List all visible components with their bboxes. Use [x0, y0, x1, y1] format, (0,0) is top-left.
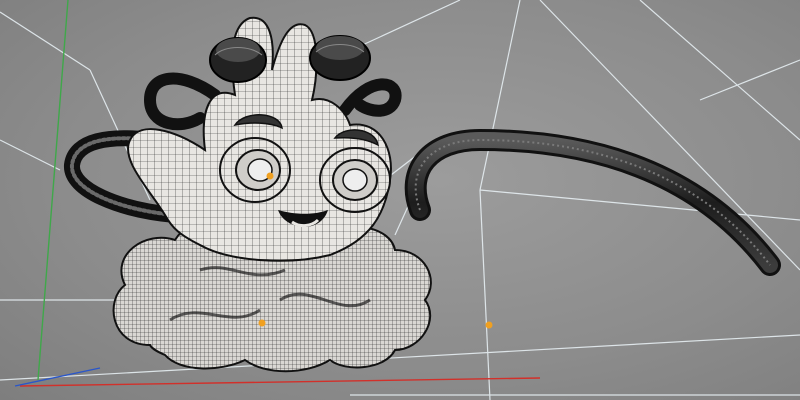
grid-line [0, 11, 91, 71]
tail-tube[interactable] [404, 128, 781, 276]
grid-line [479, 189, 800, 221]
grid-line [539, 0, 800, 271]
right-arm-tube[interactable] [339, 78, 402, 117]
right-goggle[interactable] [309, 35, 371, 81]
grid-line [479, 189, 491, 400]
grid-line [479, 0, 521, 191]
left-goggle[interactable] [209, 37, 267, 83]
3d-viewport[interactable] [0, 0, 800, 400]
x-axis-line [19, 377, 541, 387]
viewport-scene[interactable] [0, 0, 800, 400]
pivot-point[interactable] [485, 321, 493, 329]
y-axis-line [37, 0, 69, 381]
right-eye[interactable] [319, 147, 391, 213]
pivot-point[interactable] [266, 172, 274, 180]
grid-line [0, 139, 61, 171]
pivot-point[interactable] [258, 319, 266, 327]
left-eye[interactable] [219, 137, 291, 203]
z-axis-line [14, 367, 101, 387]
